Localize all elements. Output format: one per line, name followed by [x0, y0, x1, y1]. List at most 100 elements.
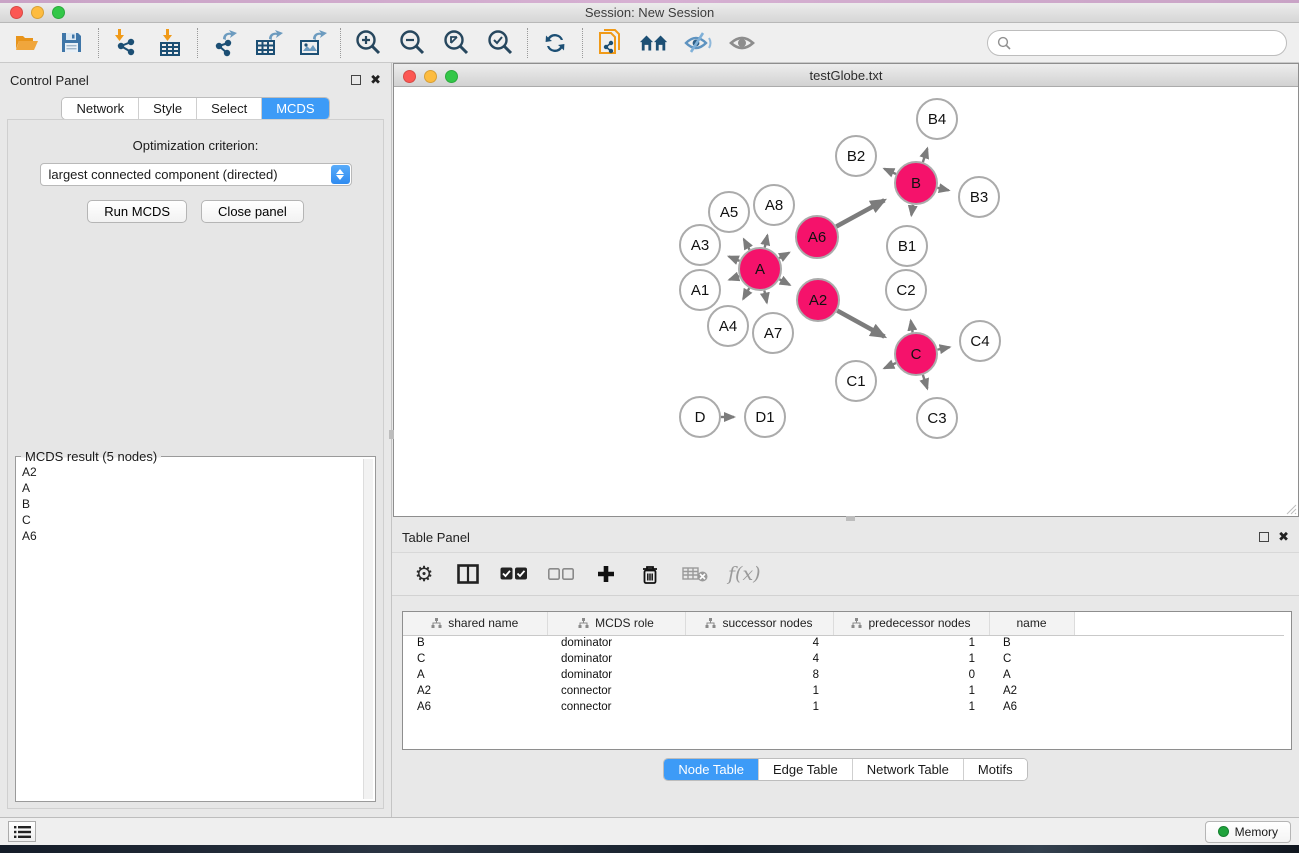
edge-C-C1[interactable] [884, 363, 896, 368]
close-panel-icon[interactable]: ✖ [1278, 532, 1289, 542]
result-item[interactable]: B [22, 496, 363, 512]
edge-C-C4[interactable] [938, 347, 950, 349]
cell-MCDS-role[interactable]: connector [547, 683, 685, 699]
import-table-button[interactable] [155, 28, 185, 58]
cell-shared-name[interactable]: A6 [403, 699, 547, 715]
tab-node-table[interactable]: Node Table [664, 759, 759, 780]
node-C4[interactable]: C4 [960, 321, 1000, 361]
node-C1[interactable]: C1 [836, 361, 876, 401]
network-minimize-button[interactable] [424, 70, 437, 83]
node-C[interactable]: C [895, 333, 937, 375]
node-A7[interactable]: A7 [753, 313, 793, 353]
cell-name[interactable]: A2 [989, 683, 1074, 699]
node-B4[interactable]: B4 [917, 99, 957, 139]
import-network-button[interactable] [111, 28, 141, 58]
new-network-from-file-button[interactable] [595, 28, 625, 58]
export-image-button[interactable] [298, 28, 328, 58]
zoom-selected-button[interactable] [485, 28, 515, 58]
column-header-shared-name[interactable]: shared name [403, 612, 547, 635]
edge-A6-B[interactable] [836, 200, 884, 226]
column-header-successor-nodes[interactable]: successor nodes [685, 612, 833, 635]
result-item[interactable]: A [22, 480, 363, 496]
edge-A2-C[interactable] [837, 311, 884, 337]
edge-A-A2[interactable] [779, 279, 789, 285]
zoom-fit-button[interactable] [441, 28, 471, 58]
table-row[interactable]: Bdominator41B [403, 635, 1284, 651]
tab-select[interactable]: Select [197, 98, 262, 119]
network-window-titlebar[interactable]: testGlobe.txt [394, 64, 1298, 87]
edge-A-A1[interactable] [729, 276, 739, 279]
table-row[interactable]: A6connector11A6 [403, 699, 1284, 715]
close-panel-icon[interactable]: ✖ [370, 75, 381, 85]
select-all-columns-button[interactable] [500, 561, 528, 587]
node-B[interactable]: B [895, 162, 937, 204]
export-table-button[interactable] [254, 28, 284, 58]
tab-motifs[interactable]: Motifs [964, 759, 1027, 780]
mcds-result-list[interactable]: A2ABCA6 [18, 459, 363, 799]
cell-MCDS-role[interactable]: dominator [547, 635, 685, 651]
cell-MCDS-role[interactable]: connector [547, 699, 685, 715]
zoom-out-button[interactable] [397, 28, 427, 58]
edge-C-C2[interactable] [911, 321, 913, 333]
node-B1[interactable]: B1 [887, 226, 927, 266]
float-panel-icon[interactable] [1259, 532, 1269, 542]
minimize-window-button[interactable] [31, 6, 44, 19]
edge-A-A7[interactable] [764, 291, 766, 303]
cell-shared-name[interactable]: A [403, 667, 547, 683]
cell-predecessor-nodes[interactable]: 1 [833, 699, 989, 715]
cell-successor-nodes[interactable]: 1 [685, 683, 833, 699]
memory-button[interactable]: Memory [1205, 821, 1291, 843]
search-input[interactable] [1016, 36, 1277, 50]
edge-B-B3[interactable] [937, 188, 948, 191]
node-A5[interactable]: A5 [709, 192, 749, 232]
result-item[interactable]: C [22, 512, 363, 528]
cell-shared-name[interactable]: C [403, 651, 547, 667]
node-table[interactable]: shared nameMCDS rolesuccessor nodesprede… [402, 611, 1292, 750]
refresh-button[interactable] [540, 28, 570, 58]
close-window-button[interactable] [10, 6, 23, 19]
network-close-button[interactable] [403, 70, 416, 83]
table-row[interactable]: A2connector11A2 [403, 683, 1284, 699]
edge-A-A5[interactable] [744, 239, 750, 249]
node-A4[interactable]: A4 [708, 306, 748, 346]
tab-edge-table[interactable]: Edge Table [759, 759, 853, 780]
node-C3[interactable]: C3 [917, 398, 957, 438]
cell-successor-nodes[interactable]: 4 [685, 635, 833, 651]
network-graph[interactable]: AA1A2A3A4A5A6A7A8BB1B2B3B4CC1C2C3C4DD1 [394, 87, 1286, 513]
cell-name[interactable]: B [989, 635, 1074, 651]
window-resize-grip[interactable] [1285, 503, 1297, 515]
show-all-networks-button[interactable] [639, 28, 669, 58]
cell-predecessor-nodes[interactable]: 1 [833, 635, 989, 651]
node-A1[interactable]: A1 [680, 270, 720, 310]
cell-successor-nodes[interactable]: 8 [685, 667, 833, 683]
column-header-predecessor-nodes[interactable]: predecessor nodes [833, 612, 989, 635]
edge-A-A3[interactable] [729, 257, 740, 261]
cell-predecessor-nodes[interactable]: 0 [833, 667, 989, 683]
table-row[interactable]: Adominator80A [403, 667, 1284, 683]
cell-shared-name[interactable]: B [403, 635, 547, 651]
zoom-window-button[interactable] [52, 6, 65, 19]
node-A8[interactable]: A8 [754, 185, 794, 225]
network-zoom-button[interactable] [445, 70, 458, 83]
cell-MCDS-role[interactable]: dominator [547, 651, 685, 667]
result-item[interactable]: A6 [22, 528, 363, 544]
show-selected-button[interactable] [727, 28, 757, 58]
cell-name[interactable]: A6 [989, 699, 1074, 715]
node-D[interactable]: D [680, 397, 720, 437]
node-A2[interactable]: A2 [797, 279, 839, 321]
tab-network[interactable]: Network [62, 98, 139, 119]
node-A3[interactable]: A3 [680, 225, 720, 265]
cell-successor-nodes[interactable]: 1 [685, 699, 833, 715]
column-view-button[interactable] [456, 561, 480, 587]
deselect-all-columns-button[interactable] [548, 561, 574, 587]
node-A6[interactable]: A6 [796, 216, 838, 258]
cell-predecessor-nodes[interactable]: 1 [833, 683, 989, 699]
result-item[interactable]: A2 [22, 464, 363, 480]
tab-network-table[interactable]: Network Table [853, 759, 964, 780]
cell-MCDS-role[interactable]: dominator [547, 667, 685, 683]
run-mcds-button[interactable]: Run MCDS [87, 200, 187, 223]
tab-style[interactable]: Style [139, 98, 197, 119]
task-history-button[interactable] [8, 821, 36, 842]
cell-shared-name[interactable]: A2 [403, 683, 547, 699]
network-canvas[interactable]: AA1A2A3A4A5A6A7A8BB1B2B3B4CC1C2C3C4DD1 [394, 87, 1298, 516]
